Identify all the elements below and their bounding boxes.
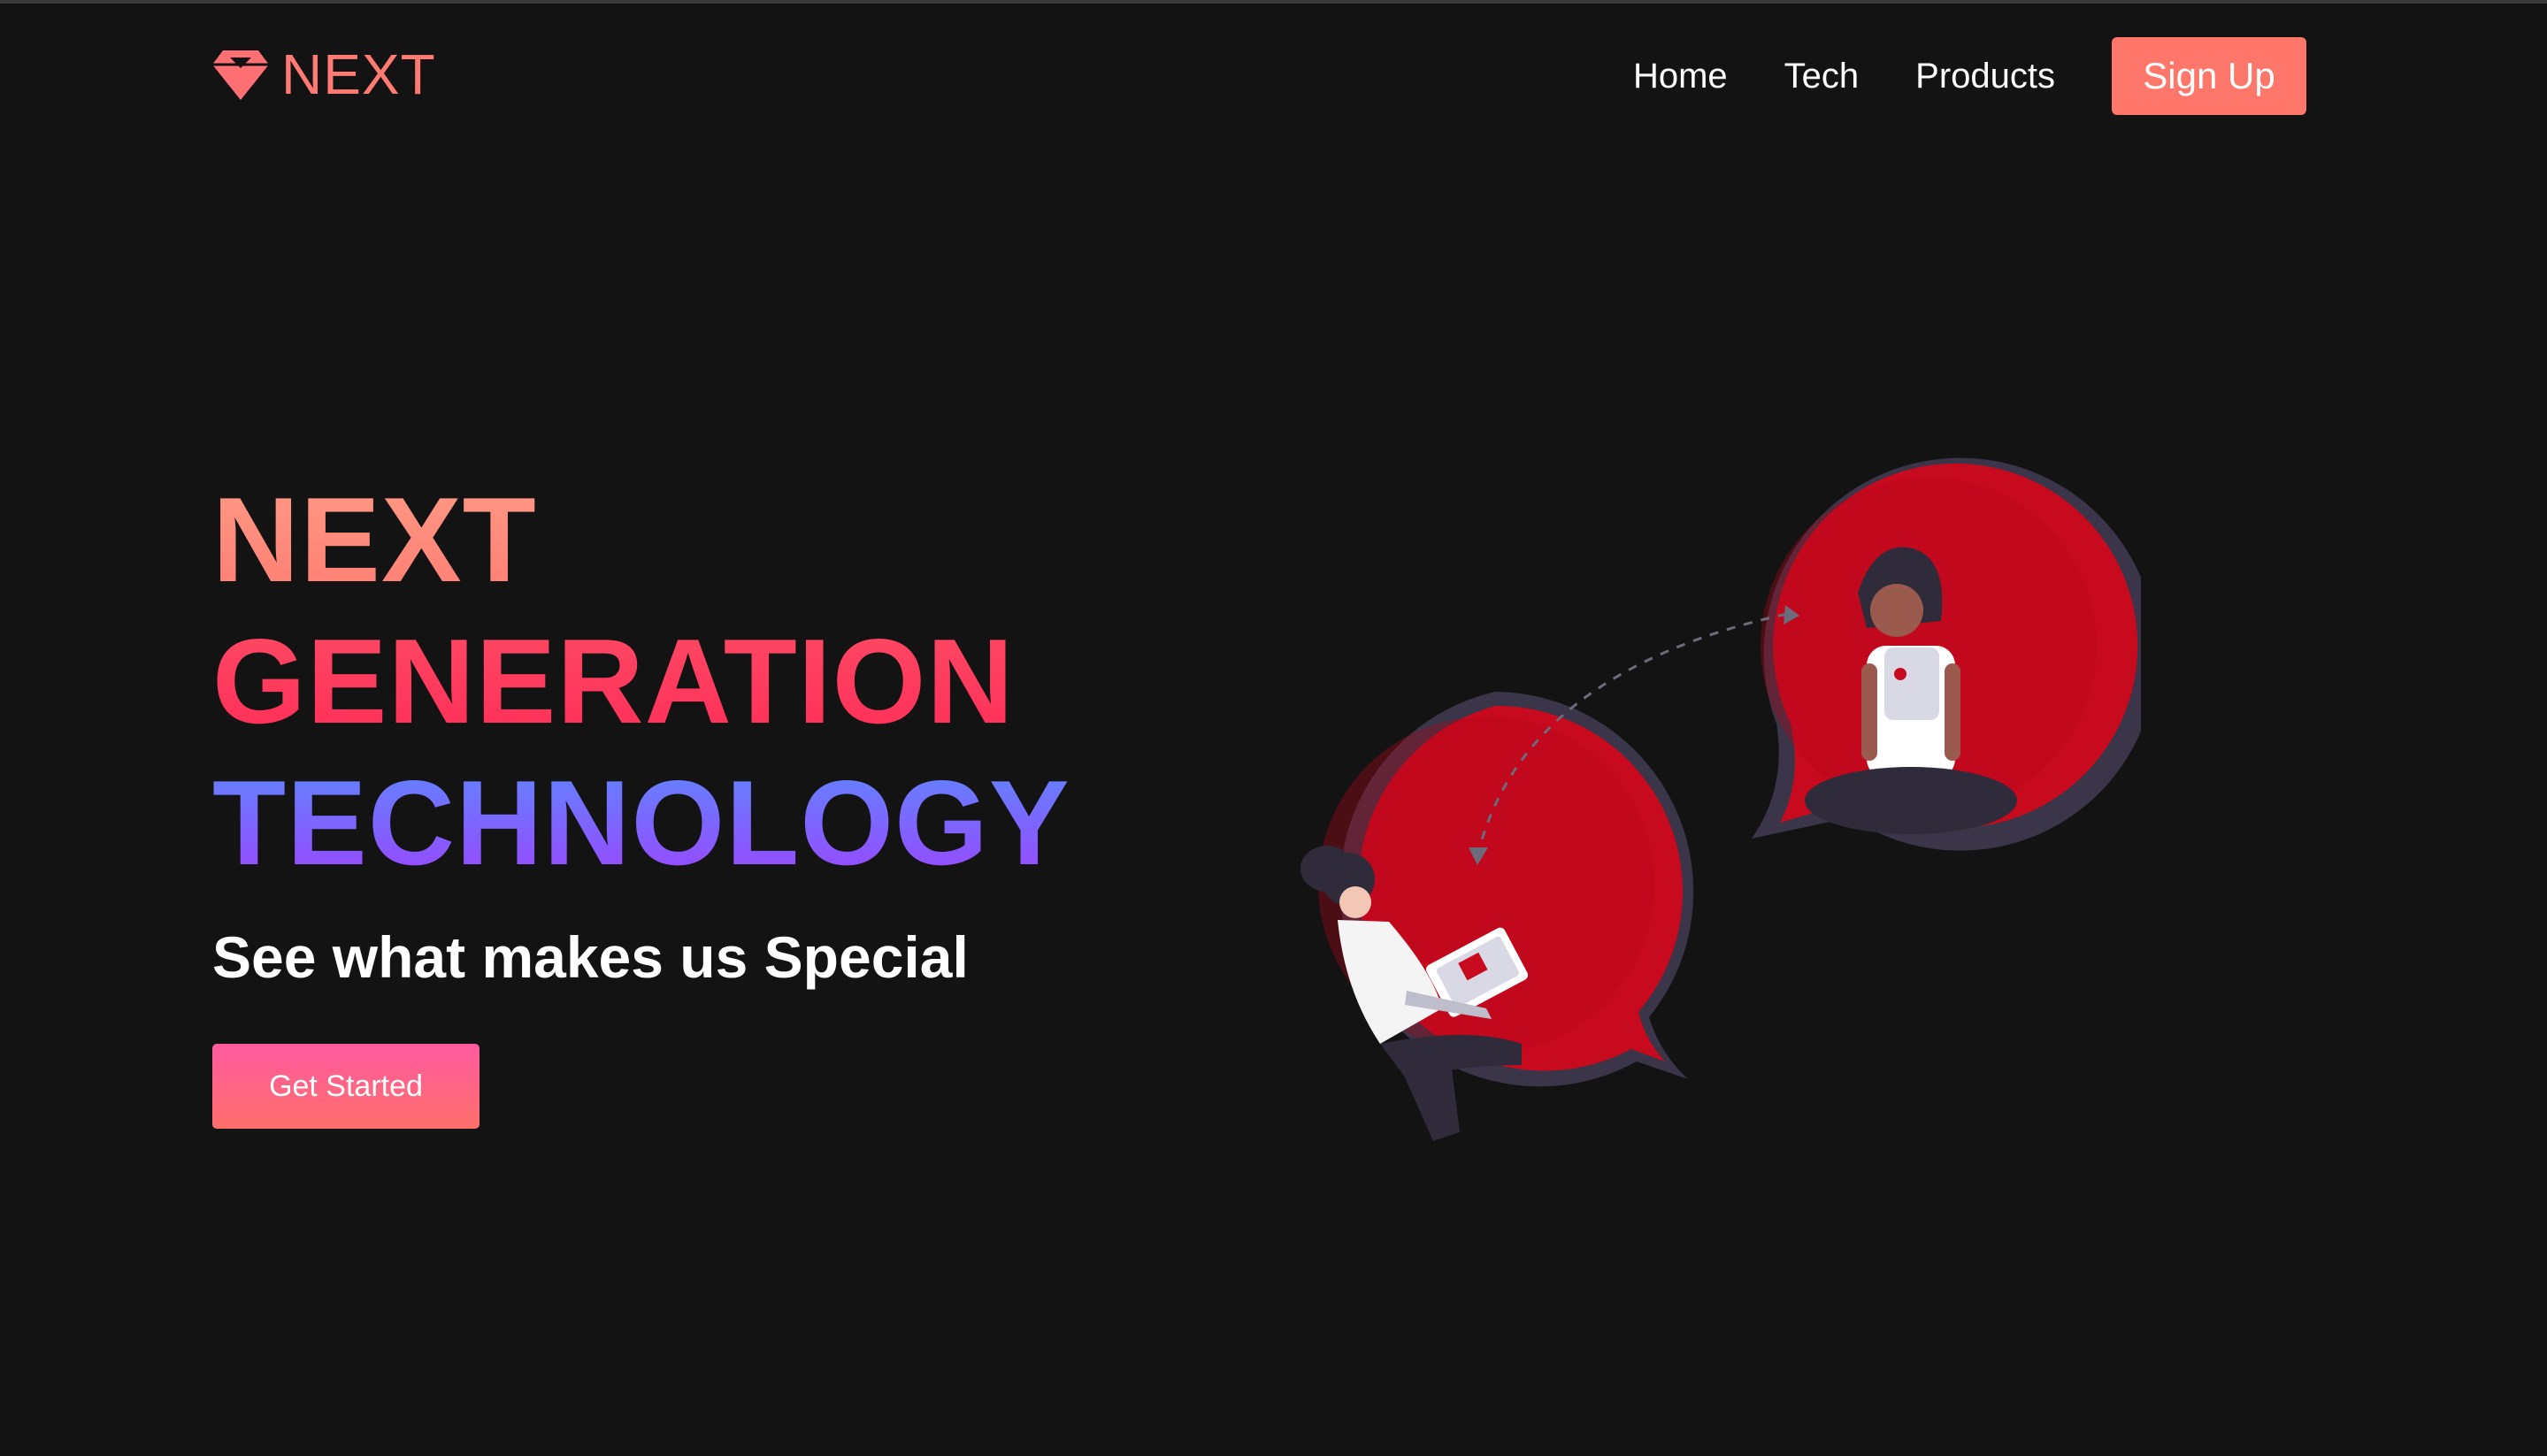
brand-name: NEXT xyxy=(281,42,436,106)
chat-illustration xyxy=(1300,457,2141,1141)
headline-line-3: TECHNOLOGY xyxy=(212,752,1070,893)
hero-subtitle: See what makes us Special xyxy=(212,924,969,990)
hero-text: NEXT GENERATION TECHNOLOGY See what make… xyxy=(212,469,1070,991)
headline-line-2: GENERATION xyxy=(212,610,1070,752)
sign-up-button[interactable]: Sign Up xyxy=(2112,37,2306,115)
nav-link-tech[interactable]: Tech xyxy=(1784,39,1860,113)
navbar: NEXT Home Tech Products Sign Up xyxy=(0,0,2547,149)
nav-link-home[interactable]: Home xyxy=(1633,39,1728,113)
headline-line-1: NEXT xyxy=(212,469,1070,610)
nav-link-products[interactable]: Products xyxy=(1915,39,2055,113)
brand-logo[interactable]: NEXT xyxy=(212,46,436,103)
landing-page: NEXT Home Tech Products Sign Up NEXT GEN… xyxy=(0,0,2547,1456)
gem-icon xyxy=(212,50,269,100)
get-started-button[interactable]: Get Started xyxy=(212,1044,479,1129)
main-menu: Home Tech Products Sign Up xyxy=(1633,37,2306,115)
